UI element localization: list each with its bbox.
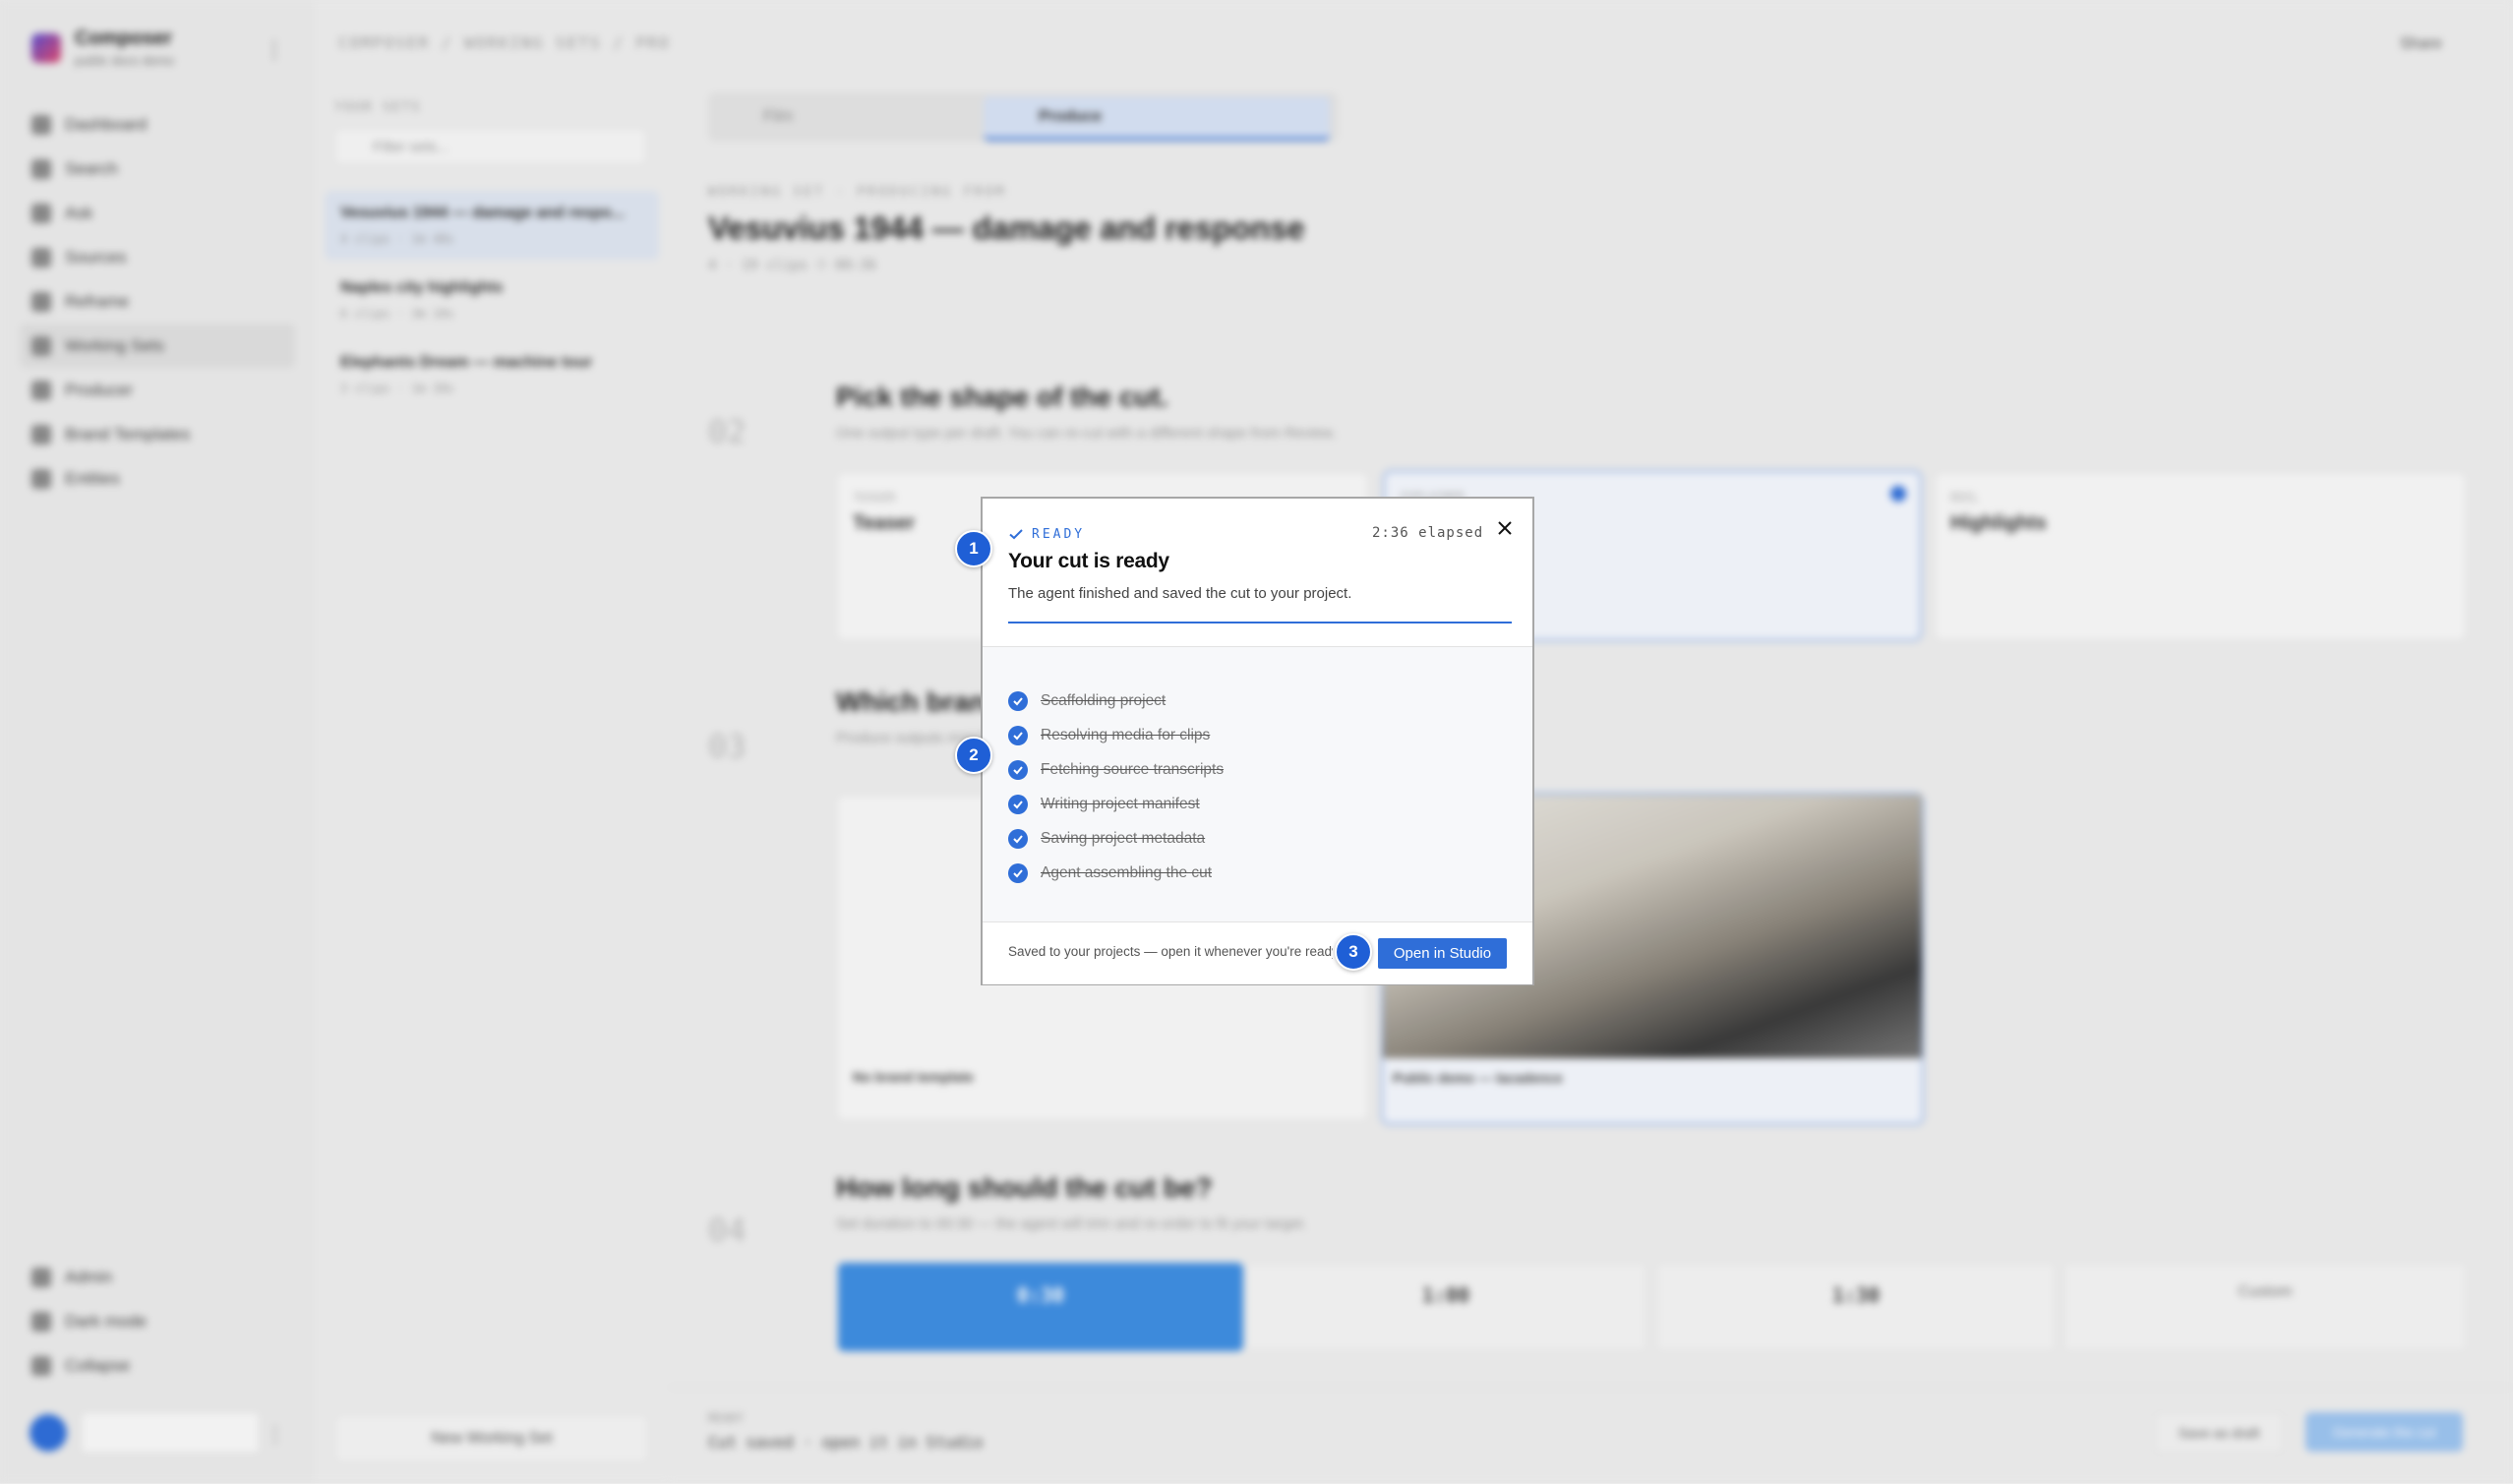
list-item: Resolving media for clips bbox=[1008, 718, 1510, 752]
step-label: Writing project manifest bbox=[1041, 795, 1200, 812]
check-circle-icon bbox=[1008, 725, 1028, 745]
progress-bar bbox=[1008, 622, 1512, 623]
check-circle-icon bbox=[1008, 862, 1028, 883]
check-circle-icon bbox=[1008, 828, 1028, 849]
close-icon[interactable] bbox=[1493, 516, 1517, 540]
annotation-marker-3: 3 bbox=[1335, 933, 1372, 971]
dialog-title: Your cut is ready bbox=[1008, 550, 1169, 572]
check-circle-icon bbox=[1008, 794, 1028, 814]
open-in-studio-button[interactable]: Open in Studio bbox=[1378, 938, 1507, 969]
footer-text: Saved to your projects — open it wheneve… bbox=[1008, 944, 1333, 959]
step-label: Scaffolding project bbox=[1041, 691, 1167, 709]
check-circle-icon bbox=[1008, 690, 1028, 711]
step-label: Fetching source transcripts bbox=[1041, 760, 1225, 778]
cut-ready-dialog: READY 2:36 elapsed Your cut is ready The… bbox=[981, 497, 1534, 985]
annotation-marker-2: 2 bbox=[955, 737, 992, 774]
dialog-footer: Saved to your projects — open it wheneve… bbox=[983, 921, 1532, 984]
dialog-header: READY 2:36 elapsed Your cut is ready The… bbox=[983, 499, 1532, 647]
status-label: READY bbox=[1032, 526, 1086, 542]
list-item: Saving project metadata bbox=[1008, 821, 1510, 856]
check-icon bbox=[1009, 529, 1023, 540]
check-circle-icon bbox=[1008, 759, 1028, 780]
annotation-marker-1: 1 bbox=[955, 530, 992, 567]
close-glyph bbox=[1498, 521, 1512, 535]
elapsed-time: 2:36 elapsed bbox=[1372, 525, 1484, 541]
list-item: Scaffolding project bbox=[1008, 683, 1510, 718]
list-item: Agent assembling the cut bbox=[1008, 856, 1510, 890]
list-item: Writing project manifest bbox=[1008, 787, 1510, 821]
step-label: Saving project metadata bbox=[1041, 829, 1206, 847]
step-label: Agent assembling the cut bbox=[1041, 863, 1213, 881]
dialog-description: The agent finished and saved the cut to … bbox=[1008, 585, 1352, 602]
step-label: Resolving media for clips bbox=[1041, 726, 1211, 743]
task-steps-list: Scaffolding project Resolving media for … bbox=[1008, 683, 1510, 890]
status-badge: READY bbox=[1008, 526, 1085, 542]
list-item: Fetching source transcripts bbox=[1008, 752, 1510, 787]
